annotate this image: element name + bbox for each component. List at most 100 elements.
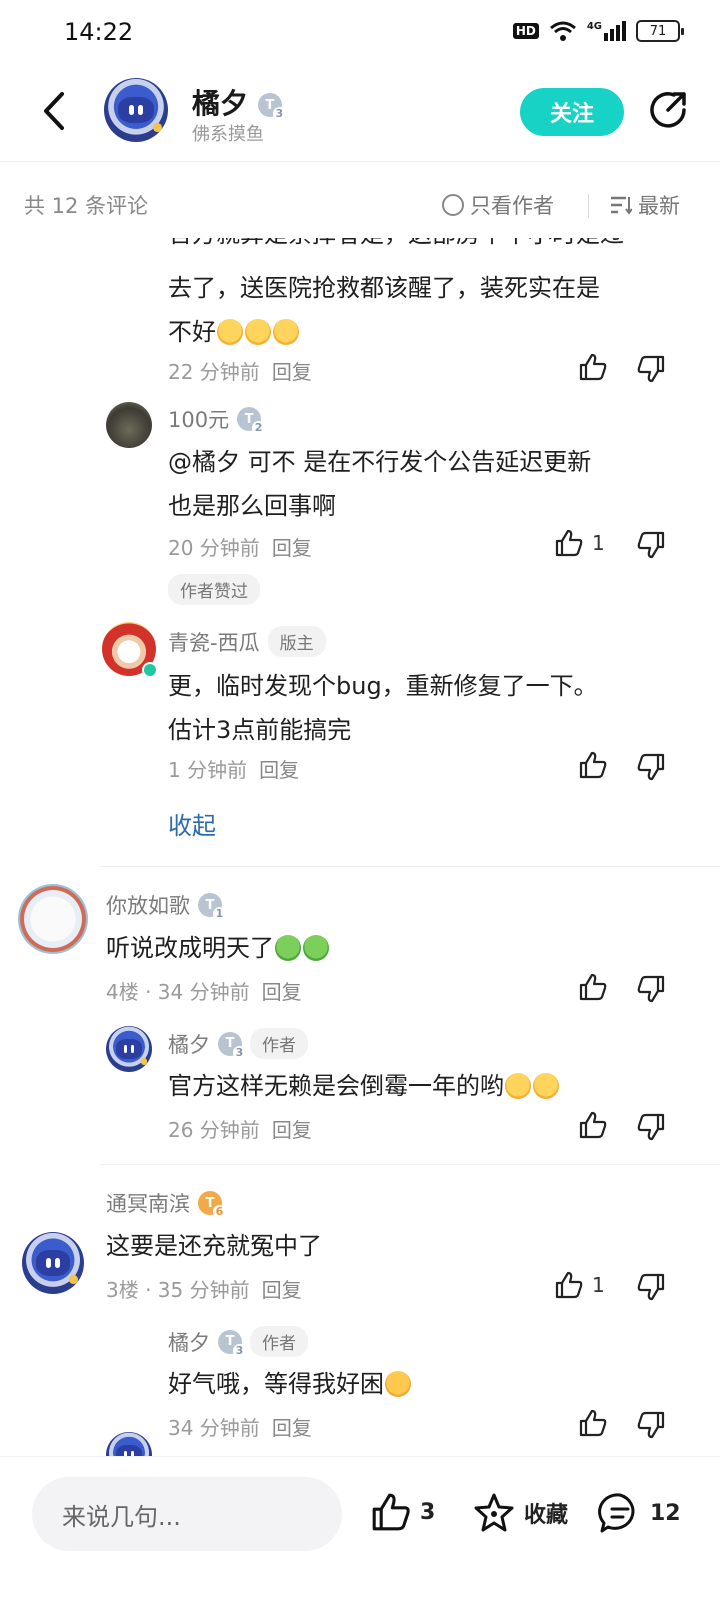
comment-text: 听说改成明天了 [106, 926, 330, 970]
divider [100, 1164, 720, 1165]
reply-button[interactable]: 回复 [272, 536, 312, 560]
author-badge: 作者 [250, 1326, 308, 1357]
thumb-up-icon[interactable] [578, 1110, 608, 1140]
reply-username[interactable]: 100元 T2 [168, 404, 266, 434]
thumb-up-icon[interactable] [578, 972, 608, 1002]
reply-text: 更，临时发现个bug，重新修复了一下。 估计3点前能搞完 [168, 672, 598, 744]
only-author-toggle[interactable]: 只看作者 [442, 190, 554, 220]
reply-meta: 1 分钟前 回复 [168, 758, 300, 782]
comment-filter-bar: 共 12 条评论 只看作者 最新 [0, 180, 720, 236]
back-arrow-icon[interactable] [36, 86, 76, 136]
comment-meta: 3楼 · 35 分钟前 回复 [106, 1278, 302, 1302]
post-header: 橘夕 T3 佛系摸鱼 关注 [0, 64, 720, 162]
thumb-down-icon[interactable] [636, 1112, 666, 1142]
reply-text: 好气哦，等得我好困 [168, 1362, 412, 1406]
comment-username[interactable]: 你放如歌 T1 [106, 890, 226, 920]
battery-icon: 71 [636, 20, 684, 42]
level-badge-icon: T3 [218, 1031, 246, 1059]
comment-username[interactable]: 通冥南滨 T6 [106, 1188, 226, 1218]
author-liked-badge: 作者赞过 [168, 574, 260, 605]
thumb-up-icon [555, 1271, 583, 1299]
avatar[interactable] [106, 402, 152, 448]
post-comment-count: 12 [650, 1500, 681, 1526]
divider [588, 194, 589, 218]
reply-text-cut: 官方就算是禁掉者是，这部房午半小时是过 [168, 238, 624, 256]
avatar[interactable] [18, 884, 88, 954]
smile-emoji-icon [245, 319, 271, 345]
reply-username[interactable]: 橘夕 T3 作者 [168, 1028, 308, 1059]
thumb-down-icon[interactable] [636, 752, 666, 782]
sort-icon [611, 196, 632, 215]
like-count: 1 [592, 531, 605, 555]
reply-username[interactable]: 橘夕 T3 作者 [168, 1326, 308, 1357]
thumb-up-icon [372, 1493, 410, 1531]
radio-circle-icon [442, 194, 464, 216]
status-time: 14:22 [64, 18, 134, 46]
sick-emoji-icon [303, 935, 329, 961]
level-badge-icon: T6 [198, 1191, 226, 1218]
reply-meta: 20 分钟前 回复 [168, 536, 312, 560]
reply-button[interactable]: 回复 [272, 1416, 312, 1440]
comment-bubble-icon [598, 1493, 635, 1533]
comments-button[interactable]: 12 [598, 1491, 681, 1535]
reply-text: 去了，送医院抢救都该醒了，装死实在是 不好 [168, 274, 600, 346]
reply-username[interactable]: 青瓷-西瓜 版主 [168, 626, 326, 657]
reply-button[interactable]: 回复 [262, 1278, 302, 1302]
thumb-up-icon [555, 529, 583, 557]
thumb-down-icon[interactable] [636, 1272, 666, 1302]
star-icon [474, 1493, 514, 1532]
author-subtitle: 佛系摸鱼 [192, 124, 264, 145]
level-badge-icon: T3 [218, 1329, 246, 1357]
favorite-button[interactable]: 收藏 [472, 1491, 568, 1535]
bottom-action-bar: 来说几句... 3 收藏 12 [0, 1456, 720, 1612]
smile-emoji-icon [505, 1073, 531, 1099]
thumb-up-icon[interactable] [578, 1408, 608, 1438]
level-badge-icon: T3 [257, 93, 286, 120]
sick-emoji-icon [275, 935, 301, 961]
reply-meta: 22 分钟前 回复 [168, 360, 312, 384]
thumb-down-icon[interactable] [636, 974, 666, 1004]
reply-button[interactable]: 回复 [262, 980, 302, 1004]
avatar[interactable] [106, 1026, 152, 1072]
divider [100, 866, 720, 867]
like-count: 1 [592, 1273, 605, 1297]
comment-list[interactable]: 官方就算是禁掉者是，这部房午半小时是过 去了，送医院抢救都该醒了，装死实在是 不… [0, 238, 720, 1496]
author-avatar[interactable] [104, 78, 168, 142]
thumb-down-icon[interactable] [636, 530, 666, 560]
author-badge: 作者 [250, 1028, 308, 1059]
reply-button[interactable]: 回复 [259, 758, 299, 782]
like-post-button[interactable]: 3 [370, 1491, 435, 1533]
post-like-count: 3 [420, 1499, 436, 1525]
reply-meta: 26 分钟前 回复 [168, 1118, 312, 1142]
thumb-up-icon[interactable] [578, 750, 608, 780]
verified-icon [142, 662, 158, 678]
sort-toggle[interactable]: 最新 [610, 190, 680, 220]
like-button[interactable]: 1 [554, 528, 605, 558]
status-icons: HD 4G 71 [512, 20, 684, 42]
signal-icon: 4G [587, 21, 626, 41]
sunglasses-emoji-icon [385, 1371, 411, 1397]
thumb-down-icon[interactable] [636, 1410, 666, 1440]
collapse-replies-button[interactable]: 收起 [168, 806, 216, 841]
smile-emoji-icon [533, 1073, 559, 1099]
reply-text: @橘夕 可不 是在不行发个公告延迟更新 也是那么回事啊 [168, 448, 592, 520]
comment-text: 这要是还充就冤中了 [106, 1232, 322, 1260]
avatar[interactable] [22, 1232, 84, 1294]
share-icon[interactable] [646, 88, 690, 132]
moderator-badge: 版主 [267, 626, 326, 657]
like-button[interactable]: 1 [554, 1270, 605, 1300]
reply-meta: 34 分钟前 回复 [168, 1416, 312, 1440]
hd-icon: HD [512, 23, 539, 39]
thumb-up-icon[interactable] [578, 352, 608, 382]
reply-text: 官方这样无赖是会倒霉一年的哟 [168, 1064, 560, 1108]
author-name[interactable]: 橘夕 T3 [192, 82, 286, 122]
smile-emoji-icon [217, 319, 243, 345]
reply-button[interactable]: 回复 [272, 360, 312, 384]
comment-count: 共 12 条评论 [24, 194, 149, 218]
comment-input[interactable]: 来说几句... [32, 1477, 342, 1551]
thumb-down-icon[interactable] [636, 354, 666, 384]
level-badge-icon: T1 [198, 893, 226, 920]
reply-button[interactable]: 回复 [272, 1118, 312, 1142]
follow-button[interactable]: 关注 [520, 88, 624, 136]
avatar[interactable] [102, 622, 158, 678]
